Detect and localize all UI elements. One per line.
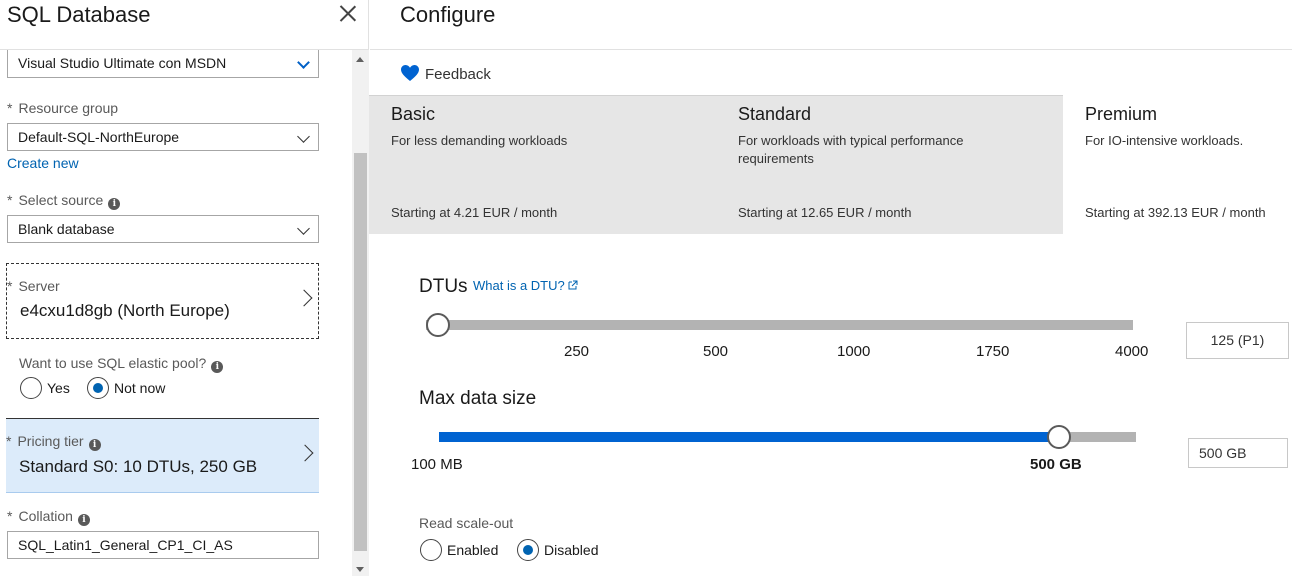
tier-description: For IO-intensive workloads. <box>1085 133 1244 148</box>
dtu-slider-thumb[interactable] <box>426 313 450 337</box>
scrollbar-thumb[interactable] <box>354 153 367 551</box>
tier-price: Starting at 392.13 EUR / month <box>1085 205 1266 220</box>
read-scale-out-enabled-option[interactable]: Enabled <box>420 539 498 561</box>
max-data-size-value-box[interactable]: 500 GB <box>1188 438 1288 468</box>
chevron-down-icon <box>297 56 310 69</box>
elastic-pool-label: Want to use SQL elastic pool? i <box>19 355 224 373</box>
info-icon[interactable]: i <box>108 198 121 210</box>
tier-price: Starting at 4.21 EUR / month <box>391 205 558 220</box>
blade-title: SQL Database <box>7 2 151 27</box>
tier-standard[interactable]: Standard For workloads with typical perf… <box>738 95 1058 234</box>
server-selector[interactable]: * Server e4cxu1d8gb (North Europe) <box>6 263 319 339</box>
subscription-value: Visual Studio Ultimate con MSDN <box>18 55 227 71</box>
pricing-tier-value: Standard S0: 10 DTUs, 250 GB <box>19 457 258 476</box>
resource-group-label: * Resource group <box>7 100 119 116</box>
radio-disabled[interactable] <box>517 539 539 561</box>
scroll-down-arrow-icon[interactable] <box>356 567 364 572</box>
tier-basic[interactable]: Basic For less demanding workloads Start… <box>391 95 711 234</box>
server-label: * Server <box>7 278 60 294</box>
info-icon[interactable]: i <box>88 439 101 451</box>
tier-price: Starting at 12.65 EUR / month <box>738 205 912 220</box>
server-value: e4cxu1d8gb (North Europe) <box>20 301 230 320</box>
dtu-tick-label: 1750 <box>976 343 1010 360</box>
chevron-right-icon <box>296 444 314 462</box>
close-icon[interactable] <box>339 4 357 22</box>
chevron-down-icon <box>297 130 310 143</box>
chevron-down-icon <box>297 222 310 235</box>
max-data-size-current-label: 500 GB <box>1030 456 1082 473</box>
elastic-pool-not-now-option[interactable]: Not now <box>87 377 165 399</box>
dtu-slider-track[interactable] <box>426 320 1133 330</box>
elastic-pool-yes-option[interactable]: Yes <box>20 377 70 399</box>
resource-group-value: Default-SQL-NorthEurope <box>18 129 180 145</box>
max-data-size-fill <box>439 432 1059 442</box>
select-source-label: * Select source i <box>7 192 121 210</box>
collation-label: * Collation i <box>7 508 90 526</box>
tier-description: For less demanding workloads <box>391 133 568 148</box>
external-link-icon <box>568 280 578 290</box>
header-divider <box>370 49 1292 50</box>
max-data-size-slider[interactable] <box>439 432 1136 442</box>
sql-database-blade: SQL Database Visual Studio Ultimate con … <box>0 0 369 576</box>
tier-premium[interactable]: Premium For IO-intensive workloads. Star… <box>1085 95 1290 234</box>
resource-group-dropdown[interactable]: Default-SQL-NorthEurope <box>7 123 319 151</box>
tier-name: Basic <box>391 104 436 124</box>
pricing-tier-strip: Basic For less demanding workloads Start… <box>369 95 1292 234</box>
create-new-link[interactable]: Create new <box>7 155 79 171</box>
configure-blade: Configure Feedback Basic For less demand… <box>369 0 1292 576</box>
max-data-size-thumb[interactable] <box>1047 425 1071 449</box>
max-data-size-label: Max data size <box>419 388 537 409</box>
dtu-tick-label: 4000 <box>1115 343 1149 360</box>
what-is-dtu-link[interactable]: What is a DTU? <box>473 278 578 293</box>
feedback-label: Feedback <box>425 66 491 83</box>
tier-name: Standard <box>738 104 812 124</box>
read-scale-out-label: Read scale-out <box>419 515 514 531</box>
dtu-value-box[interactable]: 125 (P1) <box>1186 322 1289 359</box>
radio-not-now[interactable] <box>87 377 109 399</box>
select-source-dropdown[interactable]: Blank database <box>7 215 319 243</box>
configure-title: Configure <box>400 2 496 27</box>
dtu-tick-label: 1000 <box>837 343 871 360</box>
collation-input[interactable]: SQL_Latin1_General_CP1_CI_AS <box>7 531 319 559</box>
info-icon[interactable]: i <box>77 514 90 526</box>
heart-icon <box>401 65 419 81</box>
radio-yes[interactable] <box>20 377 42 399</box>
collation-value: SQL_Latin1_General_CP1_CI_AS <box>18 537 233 553</box>
max-data-size-min-label: 100 MB <box>411 456 463 473</box>
dtus-label: DTUs <box>419 276 468 297</box>
read-scale-out-disabled-option[interactable]: Disabled <box>517 539 598 561</box>
subscription-dropdown[interactable]: Visual Studio Ultimate con MSDN <box>7 50 319 78</box>
dtu-tick-label: 250 <box>564 343 590 360</box>
dtu-tick-label: 500 <box>703 343 729 360</box>
pricing-tier-selector[interactable]: * Pricing tier i Standard S0: 10 DTUs, 250… <box>6 418 319 493</box>
tier-description: For workloads with typical performance r… <box>738 133 964 166</box>
radio-enabled[interactable] <box>420 539 442 561</box>
dtu-slider[interactable] <box>426 320 1133 330</box>
select-source-value: Blank database <box>18 221 115 237</box>
chevron-right-icon <box>295 289 313 307</box>
tier-name: Premium <box>1085 104 1158 124</box>
feedback-button[interactable]: Feedback <box>400 64 491 83</box>
info-icon[interactable]: i <box>211 361 224 373</box>
pricing-tier-label: * Pricing tier i <box>6 433 101 451</box>
scroll-up-arrow-icon[interactable] <box>356 57 364 62</box>
